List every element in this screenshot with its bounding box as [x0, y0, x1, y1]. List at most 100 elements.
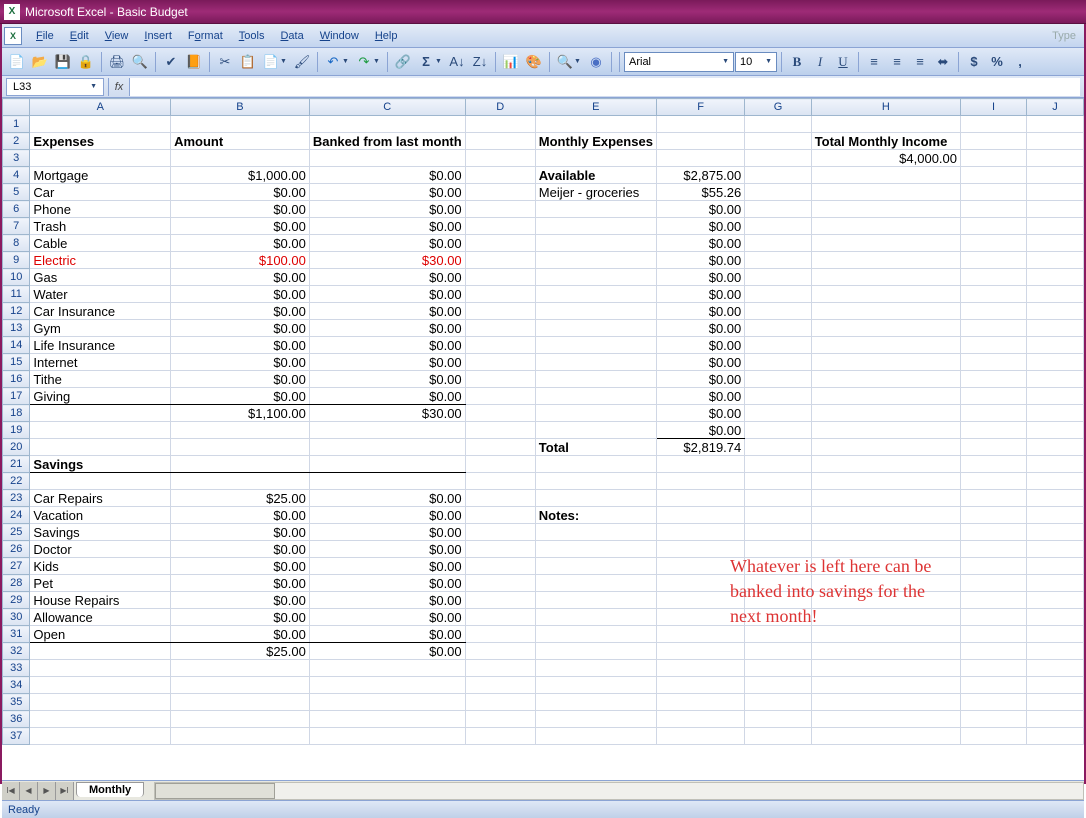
- cell-B13[interactable]: $0.00: [171, 320, 310, 337]
- cell-H21[interactable]: [811, 456, 960, 473]
- format-painter-icon[interactable]: 🖌: [291, 51, 313, 73]
- cell-E33[interactable]: [535, 660, 656, 677]
- bold-icon[interactable]: B: [786, 51, 808, 73]
- cell-F35[interactable]: [656, 694, 744, 711]
- cell-J32[interactable]: [1027, 643, 1084, 660]
- cell-J31[interactable]: [1027, 626, 1084, 643]
- cell-A37[interactable]: [30, 728, 171, 745]
- cell-B1[interactable]: [171, 116, 310, 133]
- cell-D37[interactable]: [465, 728, 535, 745]
- cell-B2[interactable]: Amount: [171, 133, 310, 150]
- cell-I9[interactable]: [961, 252, 1027, 269]
- cell-H11[interactable]: [811, 286, 960, 303]
- cell-F9[interactable]: $0.00: [656, 252, 744, 269]
- cell-C2[interactable]: Banked from last month: [309, 133, 465, 150]
- row-header-7[interactable]: 7: [3, 218, 30, 235]
- cell-A16[interactable]: Tithe: [30, 371, 171, 388]
- cell-C14[interactable]: $0.00: [309, 337, 465, 354]
- cell-A13[interactable]: Gym: [30, 320, 171, 337]
- cell-A32[interactable]: [30, 643, 171, 660]
- cell-E23[interactable]: [535, 490, 656, 507]
- cell-H27[interactable]: [811, 558, 960, 575]
- cell-F23[interactable]: [656, 490, 744, 507]
- cell-H24[interactable]: [811, 507, 960, 524]
- chart-wizard-icon[interactable]: 📊: [500, 51, 522, 73]
- cell-F1[interactable]: [656, 116, 744, 133]
- cell-F15[interactable]: $0.00: [656, 354, 744, 371]
- cell-F29[interactable]: [656, 592, 744, 609]
- cell-I4[interactable]: [961, 167, 1027, 184]
- cell-E27[interactable]: [535, 558, 656, 575]
- cell-I5[interactable]: [961, 184, 1027, 201]
- cell-I21[interactable]: [961, 456, 1027, 473]
- autosum-icon[interactable]: Σ: [415, 51, 437, 73]
- cell-F25[interactable]: [656, 524, 744, 541]
- cell-H8[interactable]: [811, 235, 960, 252]
- column-header-I[interactable]: I: [961, 99, 1027, 116]
- menu-help[interactable]: Help: [367, 27, 406, 45]
- cell-J14[interactable]: [1027, 337, 1084, 354]
- cell-D15[interactable]: [465, 354, 535, 371]
- cell-H1[interactable]: [811, 116, 960, 133]
- cell-H25[interactable]: [811, 524, 960, 541]
- cell-J24[interactable]: [1027, 507, 1084, 524]
- cell-D25[interactable]: [465, 524, 535, 541]
- cell-G11[interactable]: [745, 286, 811, 303]
- row-header-5[interactable]: 5: [3, 184, 30, 201]
- cell-C3[interactable]: [309, 150, 465, 167]
- cell-G29[interactable]: [745, 592, 811, 609]
- cell-J2[interactable]: [1027, 133, 1084, 150]
- row-header-1[interactable]: 1: [3, 116, 30, 133]
- paste-dropdown-icon[interactable]: ▼: [280, 58, 290, 65]
- cell-G2[interactable]: [745, 133, 811, 150]
- cell-E18[interactable]: [535, 405, 656, 422]
- cell-B21[interactable]: [171, 456, 310, 473]
- cell-C30[interactable]: $0.00: [309, 609, 465, 626]
- cell-D34[interactable]: [465, 677, 535, 694]
- cell-G16[interactable]: [745, 371, 811, 388]
- align-right-icon[interactable]: ≡: [909, 51, 931, 73]
- cell-A19[interactable]: [30, 422, 171, 439]
- cell-B15[interactable]: $0.00: [171, 354, 310, 371]
- cell-I2[interactable]: [961, 133, 1027, 150]
- cell-B7[interactable]: $0.00: [171, 218, 310, 235]
- cell-H5[interactable]: [811, 184, 960, 201]
- cell-J7[interactable]: [1027, 218, 1084, 235]
- cell-I20[interactable]: [961, 439, 1027, 456]
- cell-A10[interactable]: Gas: [30, 269, 171, 286]
- column-header-J[interactable]: J: [1027, 99, 1084, 116]
- cell-C18[interactable]: $30.00: [309, 405, 465, 422]
- cell-I25[interactable]: [961, 524, 1027, 541]
- cell-C24[interactable]: $0.00: [309, 507, 465, 524]
- cell-H26[interactable]: [811, 541, 960, 558]
- cell-B8[interactable]: $0.00: [171, 235, 310, 252]
- cell-B16[interactable]: $0.00: [171, 371, 310, 388]
- tab-first-icon[interactable]: I◀: [2, 782, 20, 800]
- cell-E30[interactable]: [535, 609, 656, 626]
- cell-G18[interactable]: [745, 405, 811, 422]
- drawing-icon[interactable]: 🎨: [523, 51, 545, 73]
- research-icon[interactable]: 📙: [183, 51, 205, 73]
- row-header-27[interactable]: 27: [3, 558, 30, 575]
- cell-F36[interactable]: [656, 711, 744, 728]
- cell-G30[interactable]: [745, 609, 811, 626]
- cell-H12[interactable]: [811, 303, 960, 320]
- cell-J27[interactable]: [1027, 558, 1084, 575]
- cell-E3[interactable]: [535, 150, 656, 167]
- cell-F10[interactable]: $0.00: [656, 269, 744, 286]
- cell-B22[interactable]: [171, 473, 310, 490]
- cell-A35[interactable]: [30, 694, 171, 711]
- cell-B18[interactable]: $1,100.00: [171, 405, 310, 422]
- row-header-12[interactable]: 12: [3, 303, 30, 320]
- cell-C28[interactable]: $0.00: [309, 575, 465, 592]
- align-center-icon[interactable]: ≡: [886, 51, 908, 73]
- cell-I16[interactable]: [961, 371, 1027, 388]
- cell-H17[interactable]: [811, 388, 960, 405]
- cell-G12[interactable]: [745, 303, 811, 320]
- cell-I22[interactable]: [961, 473, 1027, 490]
- cell-F8[interactable]: $0.00: [656, 235, 744, 252]
- cell-E20[interactable]: Total: [535, 439, 656, 456]
- cell-A3[interactable]: [30, 150, 171, 167]
- merge-center-icon[interactable]: ⬌: [932, 51, 954, 73]
- cell-H30[interactable]: [811, 609, 960, 626]
